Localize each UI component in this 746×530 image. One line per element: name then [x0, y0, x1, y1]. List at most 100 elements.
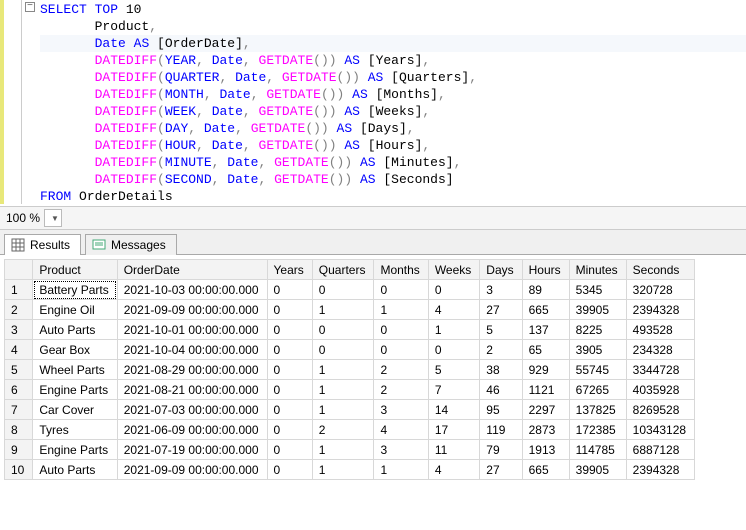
- row-header[interactable]: 5: [5, 360, 33, 380]
- grid-cell[interactable]: 0: [267, 460, 312, 480]
- column-header[interactable]: OrderDate: [117, 260, 267, 280]
- grid-cell[interactable]: 2021-10-04 00:00:00.000: [117, 340, 267, 360]
- grid-cell[interactable]: 119: [480, 420, 522, 440]
- grid-cell[interactable]: 0: [374, 280, 428, 300]
- row-header[interactable]: 9: [5, 440, 33, 460]
- grid-cell[interactable]: 665: [522, 460, 569, 480]
- grid-cell[interactable]: 1: [312, 400, 374, 420]
- results-grid[interactable]: ProductOrderDateYearsQuartersMonthsWeeks…: [4, 259, 695, 480]
- grid-cell[interactable]: 27: [480, 460, 522, 480]
- grid-cell[interactable]: 0: [428, 280, 479, 300]
- grid-cell[interactable]: 4: [428, 460, 479, 480]
- grid-cell[interactable]: 3: [374, 440, 428, 460]
- grid-cell[interactable]: 5: [428, 360, 479, 380]
- grid-cell[interactable]: 137825: [569, 400, 626, 420]
- table-row[interactable]: 9Engine Parts2021-07-19 00:00:00.0000131…: [5, 440, 695, 460]
- grid-cell[interactable]: 95: [480, 400, 522, 420]
- grid-cell[interactable]: Engine Parts: [33, 380, 117, 400]
- row-header[interactable]: 4: [5, 340, 33, 360]
- grid-cell[interactable]: 1121: [522, 380, 569, 400]
- grid-cell[interactable]: 1: [374, 460, 428, 480]
- collapse-icon[interactable]: −: [25, 2, 35, 12]
- grid-cell[interactable]: 1913: [522, 440, 569, 460]
- grid-cell[interactable]: 6887128: [626, 440, 694, 460]
- grid-cell[interactable]: 8225: [569, 320, 626, 340]
- grid-cell[interactable]: 5: [480, 320, 522, 340]
- grid-cell[interactable]: 3905: [569, 340, 626, 360]
- column-header[interactable]: Months: [374, 260, 428, 280]
- grid-cell[interactable]: 1: [428, 320, 479, 340]
- row-header[interactable]: 8: [5, 420, 33, 440]
- grid-cell[interactable]: 0: [267, 340, 312, 360]
- grid-cell[interactable]: 0: [374, 320, 428, 340]
- grid-cell[interactable]: 0: [267, 380, 312, 400]
- grid-cell[interactable]: 2394328: [626, 460, 694, 480]
- column-header[interactable]: Quarters: [312, 260, 374, 280]
- grid-cell[interactable]: 0: [374, 340, 428, 360]
- grid-cell[interactable]: 1: [312, 460, 374, 480]
- grid-cell[interactable]: Engine Oil: [33, 300, 117, 320]
- code-line[interactable]: DATEDIFF(SECOND, Date, GETDATE()) AS [Se…: [40, 171, 746, 188]
- grid-cell[interactable]: 39905: [569, 460, 626, 480]
- code-line[interactable]: SELECT TOP 10: [40, 1, 746, 18]
- zoom-dropdown[interactable]: ▼: [44, 209, 62, 227]
- grid-cell[interactable]: 17: [428, 420, 479, 440]
- column-header[interactable]: Weeks: [428, 260, 479, 280]
- column-header[interactable]: Days: [480, 260, 522, 280]
- grid-cell[interactable]: 0: [267, 420, 312, 440]
- code-line[interactable]: DATEDIFF(HOUR, Date, GETDATE()) AS [Hour…: [40, 137, 746, 154]
- grid-cell[interactable]: 2394328: [626, 300, 694, 320]
- code-line[interactable]: DATEDIFF(MINUTE, Date, GETDATE()) AS [Mi…: [40, 154, 746, 171]
- column-header[interactable]: Years: [267, 260, 312, 280]
- grid-cell[interactable]: Gear Box: [33, 340, 117, 360]
- table-row[interactable]: 2Engine Oil2021-09-09 00:00:00.000011427…: [5, 300, 695, 320]
- code-line[interactable]: DATEDIFF(QUARTER, Date, GETDATE()) AS [Q…: [40, 69, 746, 86]
- grid-cell[interactable]: 89: [522, 280, 569, 300]
- grid-cell[interactable]: 0: [267, 360, 312, 380]
- grid-cell[interactable]: 3: [374, 400, 428, 420]
- code-line[interactable]: DATEDIFF(DAY, Date, GETDATE()) AS [Days]…: [40, 120, 746, 137]
- grid-cell[interactable]: 1: [312, 380, 374, 400]
- sql-editor[interactable]: − SELECT TOP 10 Product, Date AS [OrderD…: [0, 0, 746, 206]
- grid-cell[interactable]: 3344728: [626, 360, 694, 380]
- grid-cell[interactable]: 1: [312, 300, 374, 320]
- column-header[interactable]: Seconds: [626, 260, 694, 280]
- grid-cell[interactable]: Tyres: [33, 420, 117, 440]
- grid-cell[interactable]: 0: [267, 440, 312, 460]
- column-header[interactable]: Product: [33, 260, 117, 280]
- table-row[interactable]: 1Battery Parts2021-10-03 00:00:00.000000…: [5, 280, 695, 300]
- grid-cell[interactable]: 493528: [626, 320, 694, 340]
- grid-cell[interactable]: 11: [428, 440, 479, 460]
- column-header[interactable]: Minutes: [569, 260, 626, 280]
- code-line[interactable]: DATEDIFF(WEEK, Date, GETDATE()) AS [Week…: [40, 103, 746, 120]
- grid-cell[interactable]: 2021-09-09 00:00:00.000: [117, 460, 267, 480]
- grid-cell[interactable]: 2021-07-19 00:00:00.000: [117, 440, 267, 460]
- code-line[interactable]: Date AS [OrderDate],: [40, 35, 746, 52]
- grid-cell[interactable]: 4: [428, 300, 479, 320]
- grid-cell[interactable]: 2021-10-03 00:00:00.000: [117, 280, 267, 300]
- grid-cell[interactable]: 27: [480, 300, 522, 320]
- grid-cell[interactable]: 2021-06-09 00:00:00.000: [117, 420, 267, 440]
- grid-cell[interactable]: 2021-08-21 00:00:00.000: [117, 380, 267, 400]
- grid-cell[interactable]: 2: [374, 380, 428, 400]
- grid-cell[interactable]: 1: [312, 440, 374, 460]
- grid-cell[interactable]: 4: [374, 420, 428, 440]
- grid-cell[interactable]: 0: [312, 320, 374, 340]
- table-row[interactable]: 5Wheel Parts2021-08-29 00:00:00.00001253…: [5, 360, 695, 380]
- grid-cell[interactable]: 2: [312, 420, 374, 440]
- grid-cell[interactable]: 79: [480, 440, 522, 460]
- grid-cell[interactable]: 10343128: [626, 420, 694, 440]
- row-header[interactable]: 7: [5, 400, 33, 420]
- grid-cell[interactable]: 46: [480, 380, 522, 400]
- grid-cell[interactable]: 67265: [569, 380, 626, 400]
- code-line[interactable]: FROM OrderDetails: [40, 188, 746, 205]
- grid-cell[interactable]: 0: [312, 340, 374, 360]
- grid-cell[interactable]: 137: [522, 320, 569, 340]
- code-line[interactable]: DATEDIFF(YEAR, Date, GETDATE()) AS [Year…: [40, 52, 746, 69]
- grid-cell[interactable]: 5345: [569, 280, 626, 300]
- grid-cell[interactable]: 39905: [569, 300, 626, 320]
- grid-cell[interactable]: 929: [522, 360, 569, 380]
- code-line[interactable]: DATEDIFF(MONTH, Date, GETDATE()) AS [Mon…: [40, 86, 746, 103]
- table-row[interactable]: 8Tyres2021-06-09 00:00:00.00002417119287…: [5, 420, 695, 440]
- grid-cell[interactable]: 1: [312, 360, 374, 380]
